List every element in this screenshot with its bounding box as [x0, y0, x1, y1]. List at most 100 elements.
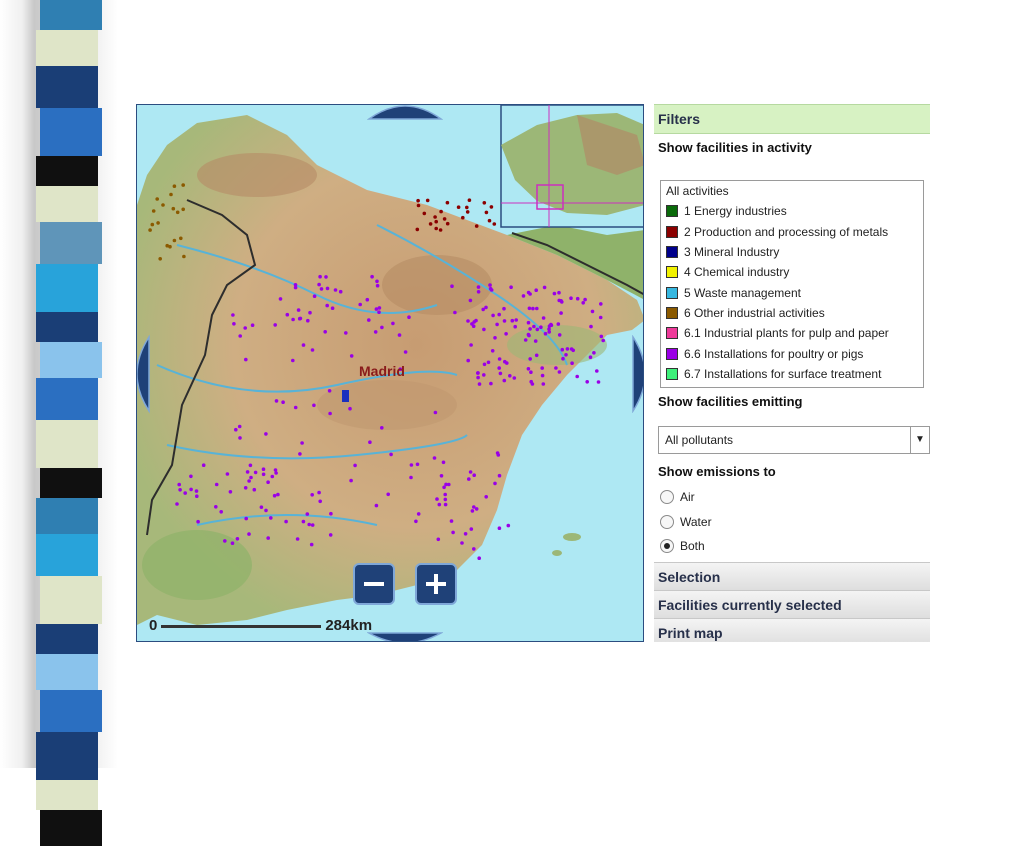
- activity-item[interactable]: 5 Waste management: [661, 282, 923, 302]
- facility-point[interactable]: [272, 493, 277, 498]
- facility-point[interactable]: [175, 210, 180, 215]
- facility-point[interactable]: [309, 542, 314, 547]
- facility-point[interactable]: [328, 533, 333, 537]
- facility-point[interactable]: [172, 238, 177, 243]
- facility-point[interactable]: [508, 374, 512, 378]
- pan-west-button[interactable]: [136, 335, 151, 413]
- facility-point[interactable]: [513, 324, 517, 329]
- facility-point[interactable]: [318, 274, 322, 279]
- facility-point[interactable]: [470, 509, 475, 513]
- facility-point[interactable]: [312, 294, 317, 298]
- facility-point[interactable]: [529, 370, 533, 375]
- facility-point[interactable]: [465, 210, 470, 214]
- facility-point[interactable]: [468, 470, 473, 474]
- facility-point[interactable]: [540, 373, 545, 378]
- facility-point[interactable]: [353, 463, 357, 468]
- facility-point[interactable]: [592, 351, 596, 355]
- facility-point[interactable]: [441, 460, 446, 465]
- facility-point[interactable]: [301, 343, 306, 347]
- facility-point[interactable]: [391, 321, 395, 326]
- facility-point[interactable]: [179, 236, 183, 241]
- facility-point[interactable]: [506, 523, 511, 528]
- facility-point[interactable]: [491, 313, 495, 318]
- facility-point[interactable]: [590, 309, 595, 314]
- facility-point[interactable]: [434, 219, 439, 224]
- facility-point[interactable]: [488, 283, 492, 287]
- facility-point[interactable]: [374, 503, 379, 508]
- facility-point[interactable]: [510, 318, 515, 323]
- facility-point[interactable]: [469, 527, 474, 531]
- facility-point[interactable]: [291, 317, 295, 322]
- facility-point[interactable]: [414, 519, 418, 524]
- facility-point[interactable]: [493, 481, 497, 486]
- facility-point[interactable]: [598, 315, 603, 320]
- facility-point[interactable]: [150, 222, 155, 227]
- facility-point[interactable]: [467, 477, 471, 481]
- emission-option[interactable]: Water: [660, 515, 712, 529]
- facility-point[interactable]: [181, 183, 185, 187]
- facility-point[interactable]: [266, 480, 270, 485]
- facility-point[interactable]: [298, 452, 302, 456]
- facility-point[interactable]: [463, 532, 468, 536]
- facility-point[interactable]: [284, 519, 288, 524]
- facility-point[interactable]: [223, 539, 227, 543]
- facility-point[interactable]: [489, 205, 494, 209]
- facility-point[interactable]: [561, 356, 565, 361]
- emission-option[interactable]: Both: [660, 539, 705, 553]
- facility-point[interactable]: [456, 205, 461, 209]
- facility-point[interactable]: [330, 306, 335, 310]
- facility-point[interactable]: [338, 289, 343, 294]
- activity-list[interactable]: All activities 1 Energy industries 2 Produ…: [660, 180, 924, 388]
- map-viewer[interactable]: Madrid 0 284km: [136, 104, 644, 642]
- facility-point[interactable]: [468, 298, 473, 303]
- facility-point[interactable]: [386, 492, 390, 497]
- facility-point[interactable]: [323, 330, 327, 334]
- facility-point[interactable]: [422, 211, 427, 216]
- facility-point[interactable]: [325, 286, 330, 291]
- facility-point[interactable]: [274, 399, 279, 403]
- facility-point[interactable]: [493, 336, 497, 340]
- facility-point[interactable]: [482, 327, 486, 332]
- activity-item[interactable]: All activities: [661, 181, 923, 201]
- facility-point[interactable]: [367, 318, 371, 322]
- activity-item[interactable]: 3 Mineral Industry: [661, 242, 923, 262]
- facility-point[interactable]: [497, 526, 502, 530]
- facility-point[interactable]: [498, 371, 503, 376]
- facility-point[interactable]: [557, 333, 562, 337]
- activity-item[interactable]: 2 Production and processing of metals: [661, 222, 923, 242]
- facility-point[interactable]: [235, 537, 240, 541]
- facility-point[interactable]: [539, 325, 543, 329]
- facility-point[interactable]: [543, 331, 548, 336]
- facility-point[interactable]: [488, 286, 493, 291]
- facility-point[interactable]: [319, 287, 324, 291]
- facility-point[interactable]: [327, 389, 332, 393]
- facility-point[interactable]: [252, 487, 257, 492]
- facility-point[interactable]: [219, 510, 223, 514]
- facility-point[interactable]: [477, 382, 482, 386]
- facility-point[interactable]: [305, 512, 310, 516]
- facility-point[interactable]: [472, 505, 476, 509]
- facility-point[interactable]: [535, 327, 540, 332]
- facility-point[interactable]: [249, 475, 253, 480]
- facility-point[interactable]: [541, 316, 546, 320]
- facility-point[interactable]: [432, 456, 437, 460]
- facility-point[interactable]: [261, 467, 266, 472]
- facility-point[interactable]: [243, 486, 248, 490]
- overview-map[interactable]: [500, 105, 644, 228]
- facility-point[interactable]: [504, 332, 508, 336]
- facility-point[interactable]: [476, 371, 480, 375]
- facility-point[interactable]: [489, 381, 493, 386]
- facility-point[interactable]: [195, 494, 199, 499]
- radio-button[interactable]: [660, 539, 674, 553]
- facility-point[interactable]: [434, 226, 439, 231]
- radio-button[interactable]: [660, 515, 674, 529]
- facility-point[interactable]: [476, 290, 481, 294]
- facility-point[interactable]: [589, 324, 593, 329]
- facility-point[interactable]: [373, 330, 378, 334]
- pan-north-button[interactable]: [367, 104, 443, 121]
- facility-point[interactable]: [569, 296, 573, 300]
- facility-point[interactable]: [445, 221, 450, 226]
- facility-point[interactable]: [295, 537, 300, 541]
- facility-point[interactable]: [317, 490, 321, 495]
- facility-point[interactable]: [247, 532, 251, 536]
